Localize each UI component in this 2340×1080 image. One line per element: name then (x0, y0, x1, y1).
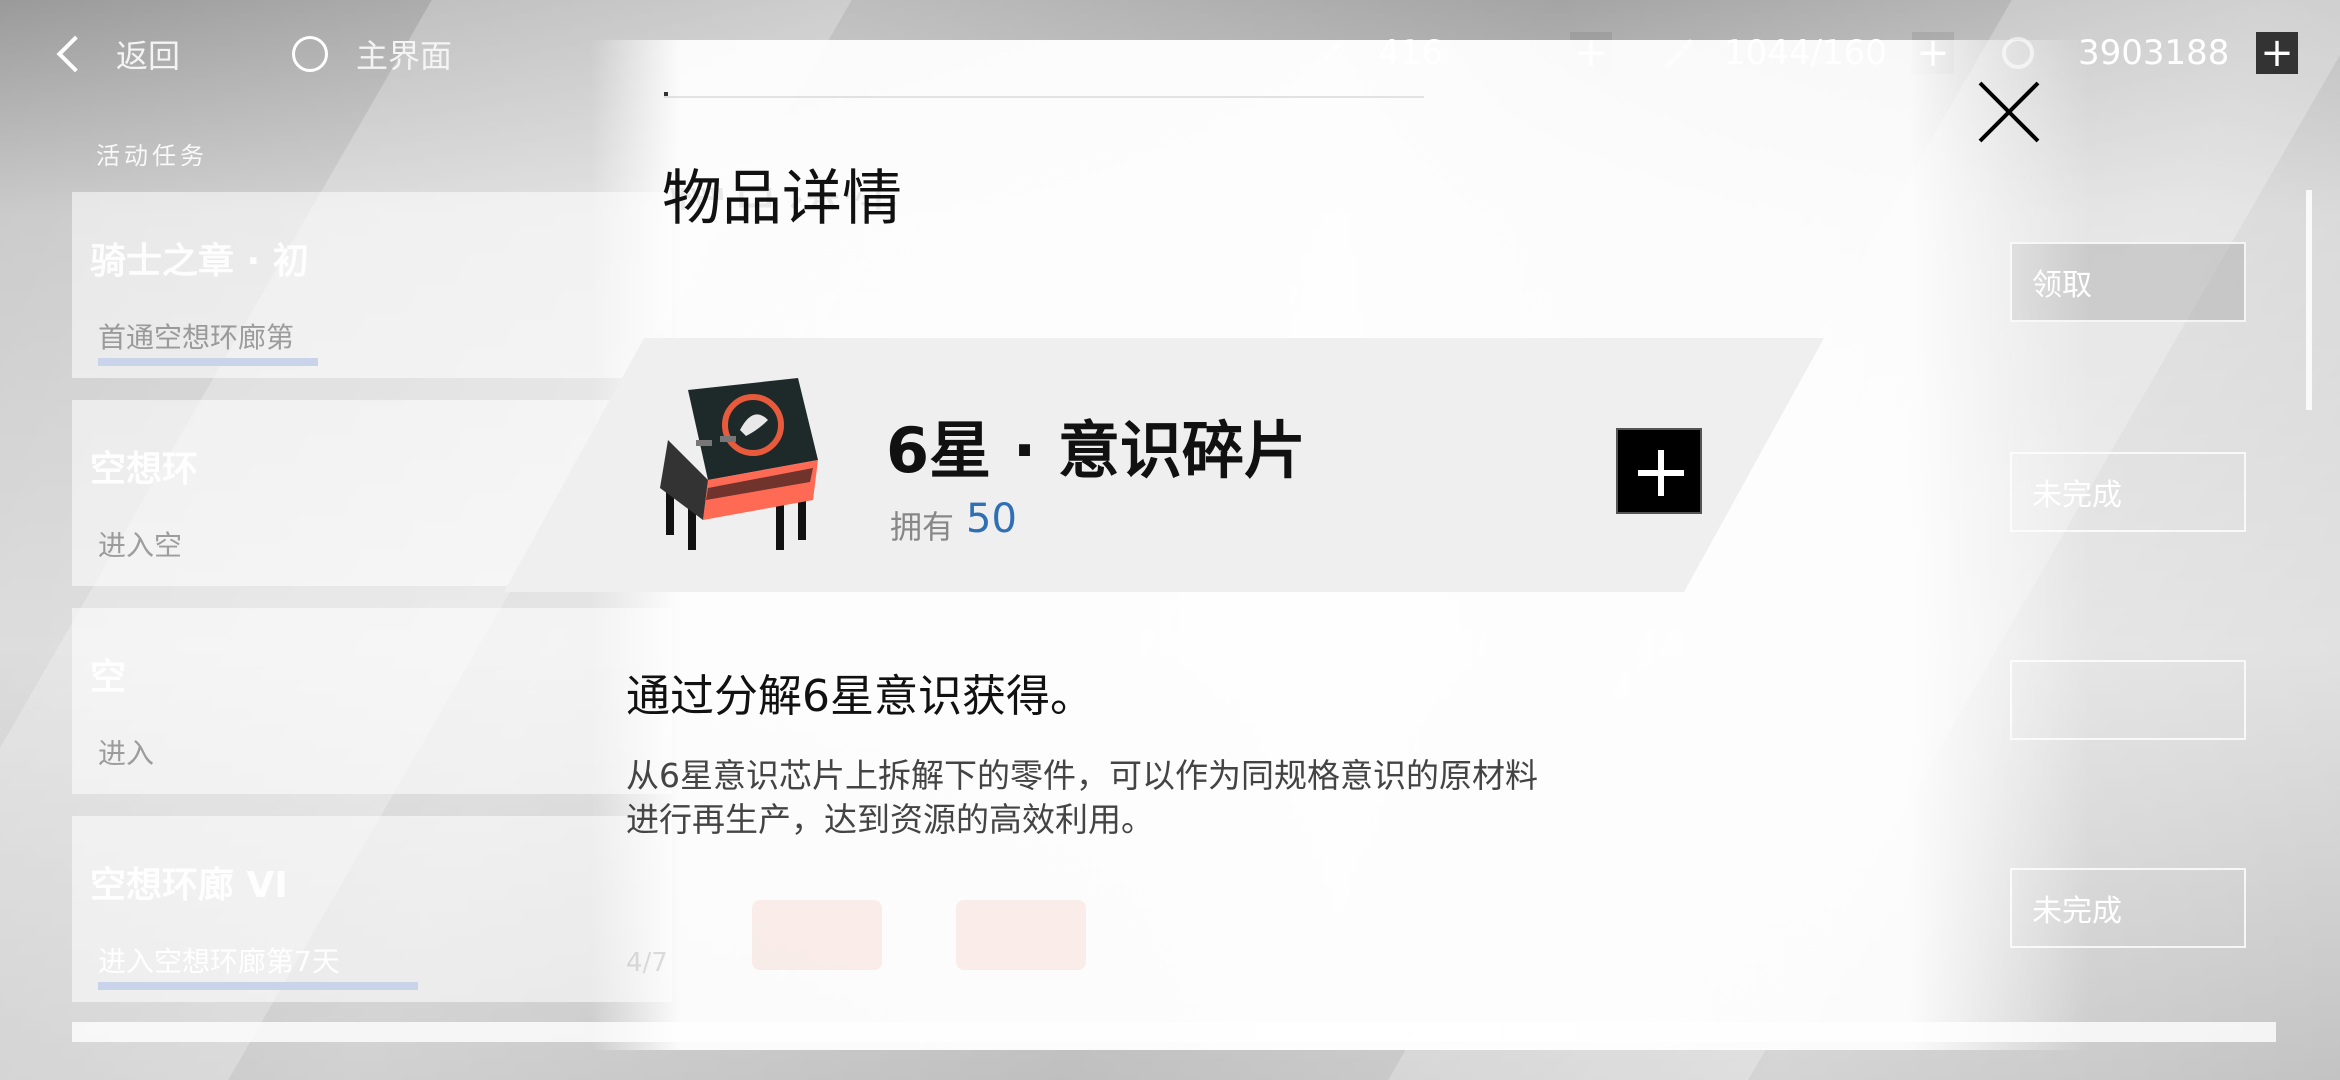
reward-icon (752, 900, 882, 970)
chevron-left-icon (56, 35, 94, 73)
add-item-button[interactable] (1616, 428, 1702, 514)
modal-dot (664, 92, 668, 96)
task-card: 骑士之章 · 初 首通空想环廊第 (72, 192, 672, 378)
task-card-title: 空想环 (90, 449, 199, 490)
task-card-sub: 进入 (98, 737, 155, 770)
item-name: 6星 · 意识碎片 (886, 414, 1306, 487)
own-count: 50 (966, 496, 1017, 542)
task-card-sub: 首通空想环廊第 (98, 321, 295, 354)
background-progress: 4/7 (626, 948, 668, 978)
home-label: 主界面 (356, 37, 453, 75)
modal-title-reflection: 物品详情 (668, 188, 900, 228)
scrollbar[interactable] (2306, 190, 2312, 410)
home-circle-icon (292, 36, 328, 72)
add-coin-button[interactable]: + (2256, 32, 2298, 74)
task-progress-bar (98, 982, 418, 990)
reward-icon (956, 900, 1086, 970)
task-card-title: 空 (90, 657, 127, 698)
modal-divider (664, 96, 1424, 98)
task-card: 空想环廊 VI 进入空想环廊第7天 (72, 816, 672, 1002)
task-progress-bar (98, 358, 318, 366)
item-description-detail: 从6星意识芯片上拆解下的零件，可以作为同规格意识的原材料进行再生产，达到资源的高… (626, 756, 1538, 839)
task-card-sub: 进入空 (98, 529, 183, 562)
task-card-sub: 进入空想环廊第7天 (98, 945, 340, 978)
home-button[interactable]: 主界面 (292, 24, 502, 84)
own-label: 拥有 (890, 508, 955, 546)
task-card-title: 骑士之章 · 初 (90, 241, 309, 282)
task-card: 空 进入 (72, 608, 672, 794)
back-button[interactable]: 返回 (40, 24, 220, 84)
item-description-main: 通过分解6星意识获得。 (626, 671, 1094, 722)
coin-value: 3903188 (2078, 33, 2230, 73)
consciousness-chip-icon (660, 378, 818, 550)
back-label: 返回 (116, 37, 181, 75)
task-card-title: 空想环廊 VI (90, 865, 288, 906)
section-label: 活动任务 (96, 142, 208, 170)
close-icon[interactable] (1972, 76, 2044, 148)
plus-icon: + (2260, 30, 2294, 76)
